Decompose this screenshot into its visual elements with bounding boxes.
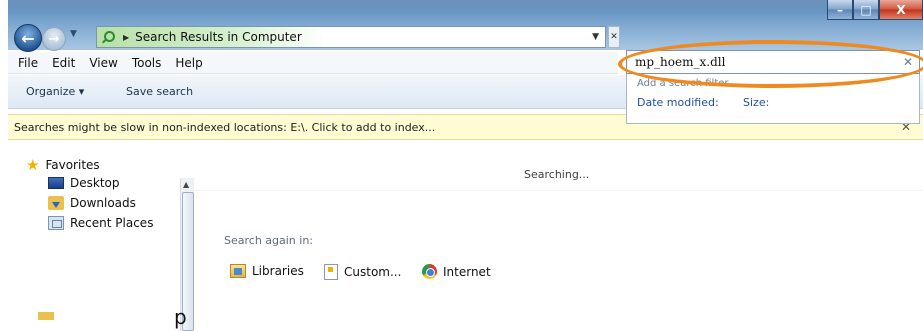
search-box[interactable]: ✕ (626, 50, 920, 74)
divider (194, 190, 923, 191)
address-dropdown-icon[interactable]: ▼ (592, 32, 599, 42)
forward-button[interactable]: → (42, 27, 66, 51)
search-again-item-label: Libraries (252, 264, 304, 278)
arrow-right-icon: → (48, 31, 60, 47)
menu-view[interactable]: View (89, 56, 117, 70)
search-filter-dropdown: Add a search filter Date modified: Size: (626, 74, 920, 124)
desktop-icon (48, 177, 64, 189)
address-stop-button[interactable]: ✕ (608, 26, 620, 48)
recent-pages-dropdown[interactable]: ▼ (70, 29, 77, 39)
scroll-up-icon[interactable]: ▲ (183, 180, 189, 189)
filter-date-modified[interactable]: Date modified: (637, 96, 719, 109)
organize-button[interactable]: Organize ▾ (26, 85, 84, 98)
title-bar-shine (8, 0, 923, 14)
maximize-button[interactable]: □ (853, 0, 879, 20)
custom-folder-icon (324, 264, 338, 280)
nav-item-favorites[interactable]: ★ Favorites (26, 156, 100, 174)
menu-file[interactable]: File (18, 56, 38, 70)
breadcrumb-location[interactable]: Search Results in Computer (135, 30, 302, 44)
close-button[interactable]: X (879, 0, 923, 20)
close-icon: ✕ (610, 32, 618, 42)
search-again-libraries[interactable]: Libraries (230, 264, 304, 278)
menu-edit[interactable]: Edit (52, 56, 75, 70)
search-again-label: Search again in: (224, 234, 314, 247)
results-pane: Searching... Search again in: Libraries … (194, 140, 923, 331)
filter-size[interactable]: Size: (743, 96, 769, 109)
nav-item-label: Recent Places (70, 216, 154, 230)
info-bar-message[interactable]: Searches might be slow in non-indexed lo… (14, 121, 435, 134)
explorer-window: – □ X ← → ▼ ▶ Search Results in Computer… (8, 0, 923, 331)
nav-item-recent-places[interactable]: Recent Places (48, 216, 153, 230)
search-again-internet[interactable]: Internet (422, 264, 491, 279)
nav-item-label: Downloads (70, 196, 136, 210)
search-filter-hint: Add a search filter (637, 78, 729, 89)
menu-help[interactable]: Help (175, 56, 202, 70)
menu-tools[interactable]: Tools (132, 56, 162, 70)
clear-search-icon[interactable]: ✕ (903, 55, 913, 69)
nav-item-desktop[interactable]: Desktop (48, 176, 120, 190)
chevron-down-icon: ▼ (70, 29, 77, 39)
minimize-button[interactable]: – (827, 0, 853, 20)
search-input[interactable] (635, 55, 885, 69)
downloads-folder-icon (48, 196, 64, 210)
navigation-pane: ★ Favorites Desktop Downloads Recent Pla… (8, 146, 194, 331)
search-again-item-label: Internet (443, 264, 491, 279)
breadcrumb-arrow-icon[interactable]: ▶ (123, 33, 129, 42)
search-again-custom[interactable]: Custom... (324, 264, 401, 280)
arrow-left-icon: ← (21, 28, 35, 48)
back-button[interactable]: ← (14, 24, 42, 52)
search-icon (101, 30, 115, 44)
nav-item-downloads[interactable]: Downloads (48, 196, 136, 210)
search-again-item-label: Custom... (344, 265, 402, 279)
libraries-icon (230, 264, 246, 278)
folder-icon (38, 312, 54, 320)
stray-text: p (174, 305, 187, 329)
recent-places-icon (48, 216, 64, 230)
internet-browser-icon (422, 264, 437, 279)
window-controls: – □ X (827, 0, 923, 20)
nav-item-label: Favorites (45, 158, 100, 172)
nav-item-label: Desktop (70, 176, 120, 190)
search-status: Searching... (524, 168, 590, 181)
star-icon: ★ (26, 156, 40, 174)
menu-bar: File Edit View Tools Help (8, 52, 618, 74)
address-bar[interactable]: ▶ Search Results in Computer ▼ (96, 26, 606, 48)
save-search-button[interactable]: Save search (126, 85, 193, 98)
